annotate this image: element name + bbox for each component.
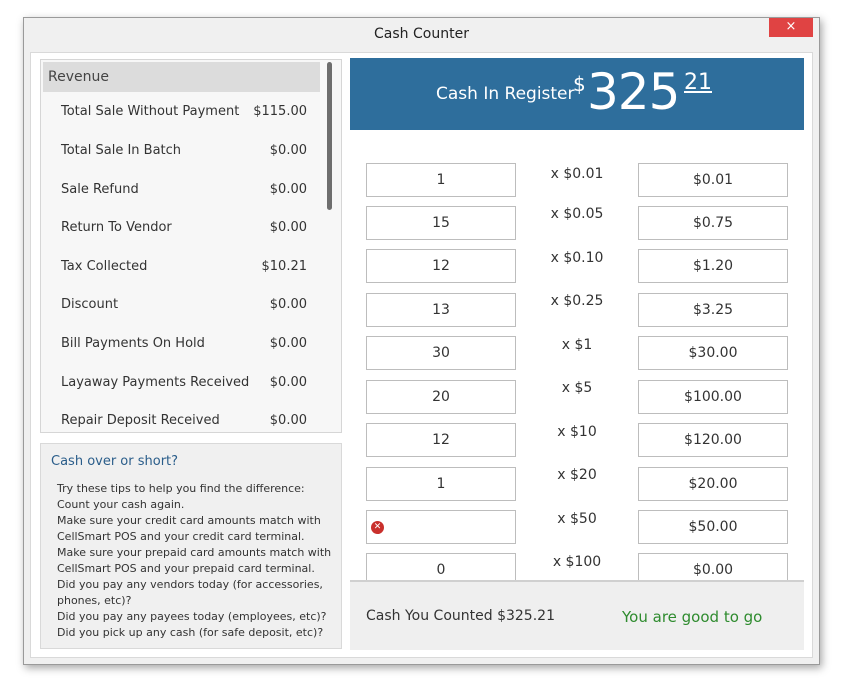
revenue-header: Revenue	[43, 62, 320, 92]
error-icon: ✕	[371, 521, 384, 534]
count-input-1[interactable]: 30	[366, 336, 516, 370]
count-input-0.01[interactable]: 1	[366, 163, 516, 197]
cash-counted-text: Cash You Counted $325.21	[366, 608, 555, 624]
tips-title: Cash over or short?	[51, 454, 179, 469]
tip-line: Did you pick up any cash (for safe depos…	[57, 626, 324, 639]
revenue-row: Layaway Payments Received $0.00	[61, 375, 311, 395]
register-label: Cash In Register	[436, 84, 575, 104]
count-input-0.10[interactable]: 12	[366, 249, 516, 283]
tip-line: Make sure your credit card amounts match…	[57, 514, 321, 527]
denomination-total: $1.20	[638, 249, 788, 283]
revenue-row: Bill Payments On Hold $0.00	[61, 336, 311, 356]
register-currency-symbol: $	[573, 72, 586, 96]
revenue-row: Return To Vendor $0.00	[61, 220, 311, 240]
count-input-0.05[interactable]: 15	[366, 206, 516, 240]
revenue-label: Layaway Payments Received	[61, 375, 250, 390]
revenue-label: Total Sale In Batch	[61, 143, 182, 158]
revenue-value: $0.00	[269, 182, 307, 197]
status-message: You are good to go	[622, 608, 763, 626]
revenue-row: Repair Deposit Received $0.00	[61, 413, 311, 432]
denomination-total: $30.00	[638, 336, 788, 370]
revenue-label: Sale Refund	[61, 182, 139, 197]
revenue-row: Tax Collected $10.21	[61, 259, 311, 279]
revenue-row: Total Sale In Batch $0.00	[61, 143, 311, 163]
denomination-label: x $50	[557, 511, 597, 527]
revenue-value: $10.21	[261, 259, 308, 274]
close-button[interactable]: ×	[769, 18, 813, 37]
revenue-label: Total Sale Without Payment	[61, 104, 240, 119]
tip-line: CellSmart POS and your prepaid card term…	[57, 562, 315, 575]
tip-line: Did you pay any payees today (employees,…	[57, 610, 327, 623]
register-cents: 21	[684, 70, 712, 95]
revenue-value: $0.00	[269, 375, 307, 390]
count-input-20[interactable]: 1	[366, 467, 516, 501]
revenue-value: $0.00	[269, 413, 307, 428]
tip-line: Make sure your prepaid card amounts matc…	[57, 546, 332, 559]
register-amount: 325	[587, 63, 680, 121]
tip-line: Try these tips to help you find the diff…	[57, 482, 305, 495]
denomination-label: x $20	[557, 467, 597, 483]
denomination-label: x $10	[557, 424, 597, 440]
denomination-label: x $0.10	[550, 250, 604, 266]
denomination-label: x $1	[561, 337, 593, 353]
revenue-value: $0.00	[269, 143, 307, 158]
denomination-total: $20.00	[638, 467, 788, 501]
revenue-label: Tax Collected	[61, 259, 148, 274]
denomination-total: $0.75	[638, 206, 788, 240]
denomination-total: $0.01	[638, 163, 788, 197]
revenue-row: Sale Refund $0.00	[61, 182, 311, 202]
revenue-row: Discount $0.00	[61, 297, 311, 317]
tip-line: Did you pay any vendors today (for acces…	[57, 578, 323, 591]
revenue-value: $115.00	[253, 104, 307, 119]
denomination-label: x $5	[561, 380, 593, 396]
count-input-5[interactable]: 20	[366, 380, 516, 414]
content-area: Revenue Total Sale Without Payment $115.…	[30, 52, 813, 658]
tip-line: Count your cash again.	[57, 498, 185, 511]
tips-panel: Cash over or short? Try these tips to he…	[40, 443, 342, 649]
revenue-value: $0.00	[269, 297, 307, 312]
revenue-row: Total Sale Without Payment $115.00	[61, 104, 311, 124]
cash-counter-window: Cash Counter × Revenue Total Sale Withou…	[23, 17, 820, 665]
revenue-value: $0.00	[269, 220, 307, 235]
revenue-panel: Revenue Total Sale Without Payment $115.…	[40, 59, 342, 433]
summary-bar: Cash You Counted $325.21 You are good to…	[350, 580, 804, 650]
denomination-label: x $100	[552, 554, 602, 570]
window-title: Cash Counter	[374, 26, 469, 42]
tips-body: Try these tips to help you find the diff…	[57, 481, 337, 641]
denomination-total: $100.00	[638, 380, 788, 414]
count-input-50[interactable]: ✕	[366, 510, 516, 544]
revenue-label: Return To Vendor	[61, 220, 172, 235]
revenue-scrollbar[interactable]	[327, 62, 332, 210]
denomination-label: x $0.25	[550, 293, 604, 309]
revenue-value: $0.00	[269, 336, 307, 351]
revenue-label: Discount	[61, 297, 119, 312]
cash-in-register-banner: Cash In Register $ 325 21	[350, 58, 804, 130]
tip-line: CellSmart POS and your credit card termi…	[57, 530, 305, 543]
revenue-label: Repair Deposit Received	[61, 413, 220, 428]
count-input-10[interactable]: 12	[366, 423, 516, 457]
revenue-label: Bill Payments On Hold	[61, 336, 205, 351]
denomination-label: x $0.01	[550, 166, 604, 182]
denomination-label: x $0.05	[550, 206, 604, 222]
denomination-total: $50.00	[638, 510, 788, 544]
tip-line: phones, etc)?	[57, 594, 132, 607]
denomination-total: $3.25	[638, 293, 788, 327]
denomination-total: $120.00	[638, 423, 788, 457]
count-input-0.25[interactable]: 13	[366, 293, 516, 327]
